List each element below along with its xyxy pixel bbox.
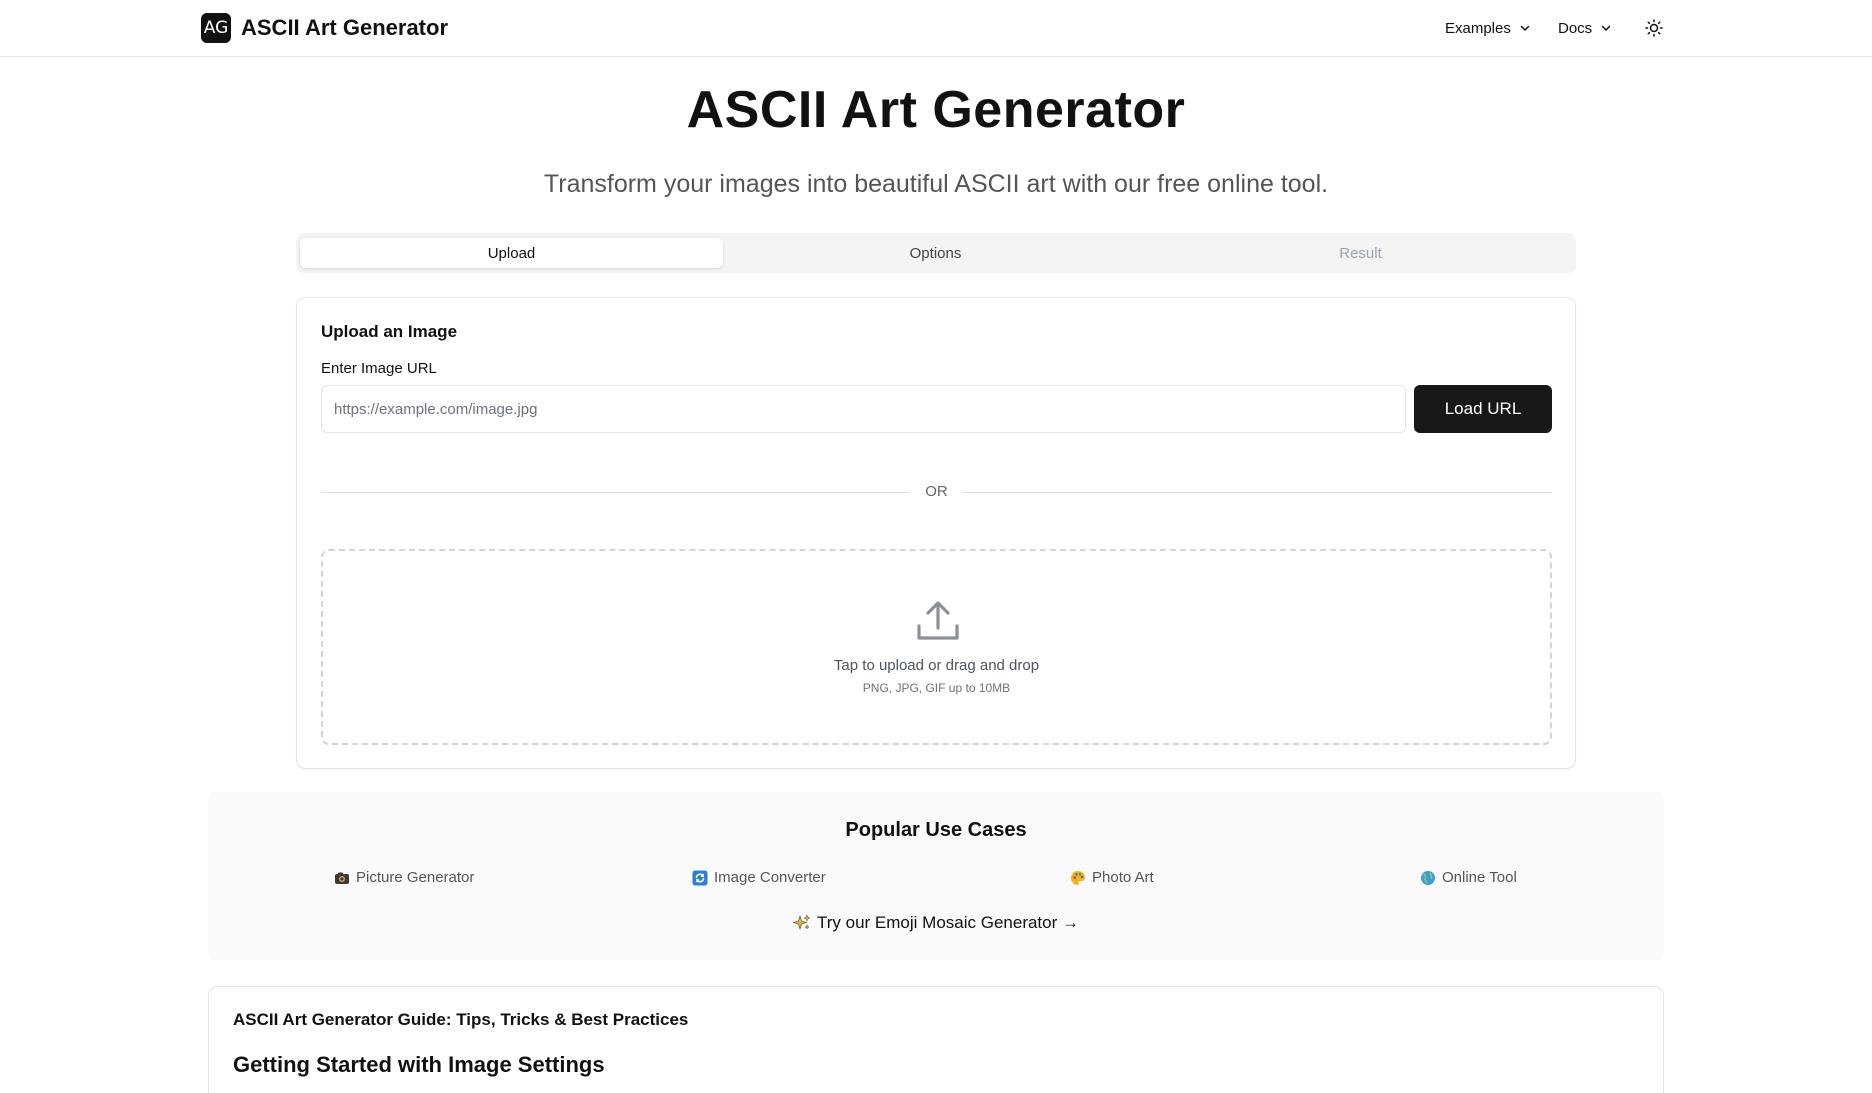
use-case-photo-art[interactable]: Photo Art bbox=[1070, 869, 1154, 886]
sun-icon[interactable] bbox=[1644, 18, 1664, 38]
tab-result: Result bbox=[1339, 244, 1382, 262]
use-case-image-converter[interactable]: Image Converter bbox=[692, 869, 826, 886]
use-case-label: Online Tool bbox=[1442, 869, 1517, 886]
use-case-label: Image Converter bbox=[714, 869, 826, 886]
use-case-online-tool[interactable]: Online Tool bbox=[1420, 869, 1517, 886]
image-url-input[interactable] bbox=[321, 385, 1406, 433]
image-url-label: Enter Image URL bbox=[321, 360, 437, 377]
guide-title: ASCII Art Generator Guide: Tips, Tricks … bbox=[233, 1010, 689, 1029]
dropzone-main-text: Tap to upload or drag and drop bbox=[833, 657, 1040, 674]
brand-name: ASCII Art Generator bbox=[241, 15, 449, 40]
use-case-picture-generator[interactable]: Picture Generator bbox=[334, 869, 474, 886]
upload-card: Upload an Image Enter Image URL Load URL… bbox=[296, 297, 1576, 769]
sparkles-emoji-icon bbox=[793, 914, 811, 931]
page-title: ASCII Art Generator bbox=[686, 81, 1186, 139]
step-tabs: Upload Options Result bbox=[296, 233, 1576, 273]
palette-emoji-icon bbox=[1071, 870, 1085, 885]
use-case-label: Picture Generator bbox=[356, 869, 475, 886]
page-subtitle: Transform your images into beautiful ASC… bbox=[543, 170, 1329, 198]
guide-section: ASCII Art Generator Guide: Tips, Tricks … bbox=[208, 986, 1664, 1093]
guide-heading: Getting Started with Image Settings bbox=[233, 1052, 605, 1077]
nav-examples-label: Examples bbox=[1445, 19, 1511, 37]
use-case-label: Photo Art bbox=[1092, 869, 1154, 886]
chevron-down-icon bbox=[1520, 25, 1530, 31]
brand-link[interactable]: AG ASCII Art Generator bbox=[201, 13, 448, 43]
top-navbar: AG ASCII Art Generator Examples Docs bbox=[0, 0, 1872, 57]
refresh-emoji-icon bbox=[692, 870, 708, 885]
or-divider: OR bbox=[321, 481, 1552, 503]
upload-icon bbox=[917, 601, 959, 640]
tab-upload[interactable]: Upload bbox=[300, 238, 723, 268]
popular-use-cases-title: Popular Use Cases bbox=[845, 819, 1027, 841]
camera-emoji-icon bbox=[335, 872, 349, 884]
nav-docs-dropdown[interactable]: Docs bbox=[1558, 17, 1612, 39]
tab-options[interactable]: Options bbox=[724, 238, 1147, 268]
load-url-button[interactable]: Load URL bbox=[1414, 385, 1552, 433]
emoji-mosaic-link[interactable]: Try our Emoji Mosaic Generator → bbox=[208, 913, 1664, 933]
chevron-down-icon bbox=[1601, 25, 1611, 31]
emoji-mosaic-link-label: Try our Emoji Mosaic Generator → bbox=[817, 913, 1079, 932]
popular-use-cases: Popular Use Cases Picture Generator Imag… bbox=[208, 792, 1664, 960]
dropzone-sub-text: PNG, JPG, GIF up to 10MB bbox=[862, 681, 1011, 695]
logo-icon: AG bbox=[201, 13, 231, 43]
nav-examples-dropdown[interactable]: Examples bbox=[1445, 17, 1531, 39]
divider-line-right bbox=[962, 492, 1552, 493]
file-dropzone[interactable]: Tap to upload or drag and drop PNG, JPG,… bbox=[321, 549, 1552, 745]
nav-docs-label: Docs bbox=[1558, 19, 1593, 37]
upload-card-title: Upload an Image bbox=[321, 322, 458, 341]
globe-emoji-icon bbox=[1421, 870, 1435, 885]
